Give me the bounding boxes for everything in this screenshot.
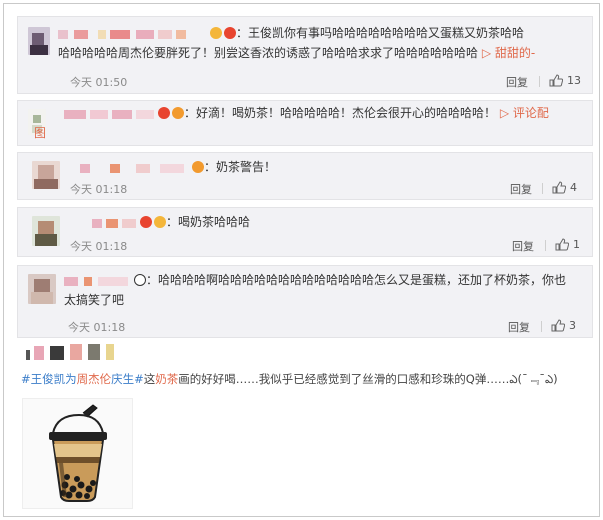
reply-preview-link[interactable]: ▷ 评论配 xyxy=(500,106,549,120)
avatar[interactable] xyxy=(28,274,56,304)
comment-body: ：喝奶茶哈哈哈 xyxy=(70,212,578,232)
comment-body: ：好滴！喝奶茶！哈哈哈哈哈！杰伦会很开心的哈哈哈哈！ ▷ 评论配 图 xyxy=(34,103,578,143)
post-text: #王俊凯为周杰伦庆生#这奶茶画的好好喝……我似乎已经感觉到了丝滑的口感和珍珠的Q… xyxy=(21,372,558,386)
comment-card: ：哈哈哈哈啊哈哈哈哈哈哈哈哈哈哈哈哈哈怎么又是蛋糕，还加了杯奶茶，你也 太搞笑了… xyxy=(17,265,593,338)
bubble-tea-image xyxy=(49,404,107,502)
comment-time: 今天 01:18 xyxy=(70,240,128,253)
comment-text: ：喝奶茶哈哈哈 xyxy=(166,215,251,229)
level-badge-icon xyxy=(172,106,184,119)
reply-button[interactable]: 回复 xyxy=(506,74,528,90)
comment-body: ：哈哈哈哈啊哈哈哈哈哈哈哈哈哈哈哈哈哈怎么又是蛋糕，还加了杯奶茶，你也 太搞笑了… xyxy=(64,270,578,310)
thumb-up-icon xyxy=(551,319,566,332)
avatar[interactable] xyxy=(28,27,50,55)
like-button[interactable]: 4 xyxy=(552,181,577,194)
username-blurred[interactable] xyxy=(58,28,208,40)
comment-card: ：喝奶茶哈哈哈 今天 01:18 回复 1 xyxy=(17,207,593,257)
like-count: 13 xyxy=(567,74,581,87)
username-blurred[interactable] xyxy=(70,162,190,174)
avatar[interactable] xyxy=(32,161,60,189)
divider xyxy=(542,183,543,194)
post-author-blurred[interactable] xyxy=(26,342,116,360)
username-blurred[interactable] xyxy=(64,108,156,120)
comment-time: 今天 01:50 xyxy=(70,76,128,89)
like-button[interactable]: 13 xyxy=(549,74,581,87)
like-button[interactable]: 1 xyxy=(555,238,580,251)
username-blurred[interactable] xyxy=(64,275,132,287)
weibo-comment-panel: ：王俊凯你有事吗哈哈哈哈哈哈哈哈又蛋糕又奶茶哈哈 哈哈哈哈哈周杰伦要胖死了！别尝… xyxy=(3,3,600,517)
username-blurred[interactable] xyxy=(70,217,138,229)
fan-badge-icon xyxy=(224,26,236,39)
comment-body: ：奶茶警告！ xyxy=(70,157,578,177)
thumb-up-icon xyxy=(549,74,564,87)
comment-text-cont: 哈哈哈哈哈周杰伦要胖死了！别尝这香浓的诱惑了哈哈哈求求了哈哈哈哈哈哈哈 xyxy=(58,46,479,60)
divider xyxy=(541,321,542,332)
thumb-up-icon xyxy=(555,238,570,251)
like-button[interactable]: 3 xyxy=(551,319,576,332)
like-count: 1 xyxy=(573,238,580,251)
comment-card: ：王俊凯你有事吗哈哈哈哈哈哈哈哈又蛋糕又奶茶哈哈 哈哈哈哈哈周杰伦要胖死了！别尝… xyxy=(17,16,593,94)
bubble-tea-drawing[interactable] xyxy=(22,398,133,509)
reply-preview-link-cont[interactable]: 图 xyxy=(34,126,46,140)
like-count: 3 xyxy=(569,319,576,332)
fan-badge-icon xyxy=(158,106,170,119)
emoji-badge-icon xyxy=(154,215,166,228)
divider xyxy=(545,240,546,251)
comment-card: ：奶茶警告！ 今天 01:18 回复 4 xyxy=(17,152,593,200)
comment-text: ：奶茶警告！ xyxy=(204,160,277,174)
reply-button[interactable]: 回复 xyxy=(510,181,532,197)
comment-text-cont: 太搞笑了吧 xyxy=(64,293,125,307)
comment-text: ：好滴！喝奶茶！哈哈哈哈哈！杰伦会很开心的哈哈哈哈！ xyxy=(184,106,497,120)
reply-button[interactable]: 回复 xyxy=(512,238,534,254)
hashtag-link[interactable]: #王俊凯为周杰伦庆生# xyxy=(21,372,144,386)
reply-button[interactable]: 回复 xyxy=(508,319,530,335)
comment-time: 今天 01:18 xyxy=(68,321,126,334)
like-count: 4 xyxy=(570,181,577,194)
fan-badge-icon xyxy=(140,215,152,228)
level-badge-icon xyxy=(192,160,204,173)
comment-text: ：哈哈哈哈啊哈哈哈哈哈哈哈哈哈哈哈哈哈怎么又是蛋糕，还加了杯奶茶，你也 xyxy=(146,273,567,287)
panda-emoji-icon xyxy=(134,273,146,286)
avatar[interactable] xyxy=(32,216,60,246)
comment-text: ：王俊凯你有事吗哈哈哈哈哈哈哈哈又蛋糕又奶茶哈哈 xyxy=(236,26,525,40)
comment-time: 今天 01:18 xyxy=(70,183,128,196)
comment-body: ：王俊凯你有事吗哈哈哈哈哈哈哈哈又蛋糕又奶茶哈哈 哈哈哈哈哈周杰伦要胖死了！别尝… xyxy=(58,23,578,63)
vip-badge-icon xyxy=(210,26,222,39)
reply-preview-link[interactable]: ▷ 甜甜的- xyxy=(482,46,535,60)
comment-card: ：好滴！喝奶茶！哈哈哈哈哈！杰伦会很开心的哈哈哈哈！ ▷ 评论配 图 xyxy=(17,100,593,146)
divider xyxy=(539,76,540,87)
thumb-up-icon xyxy=(552,181,567,194)
